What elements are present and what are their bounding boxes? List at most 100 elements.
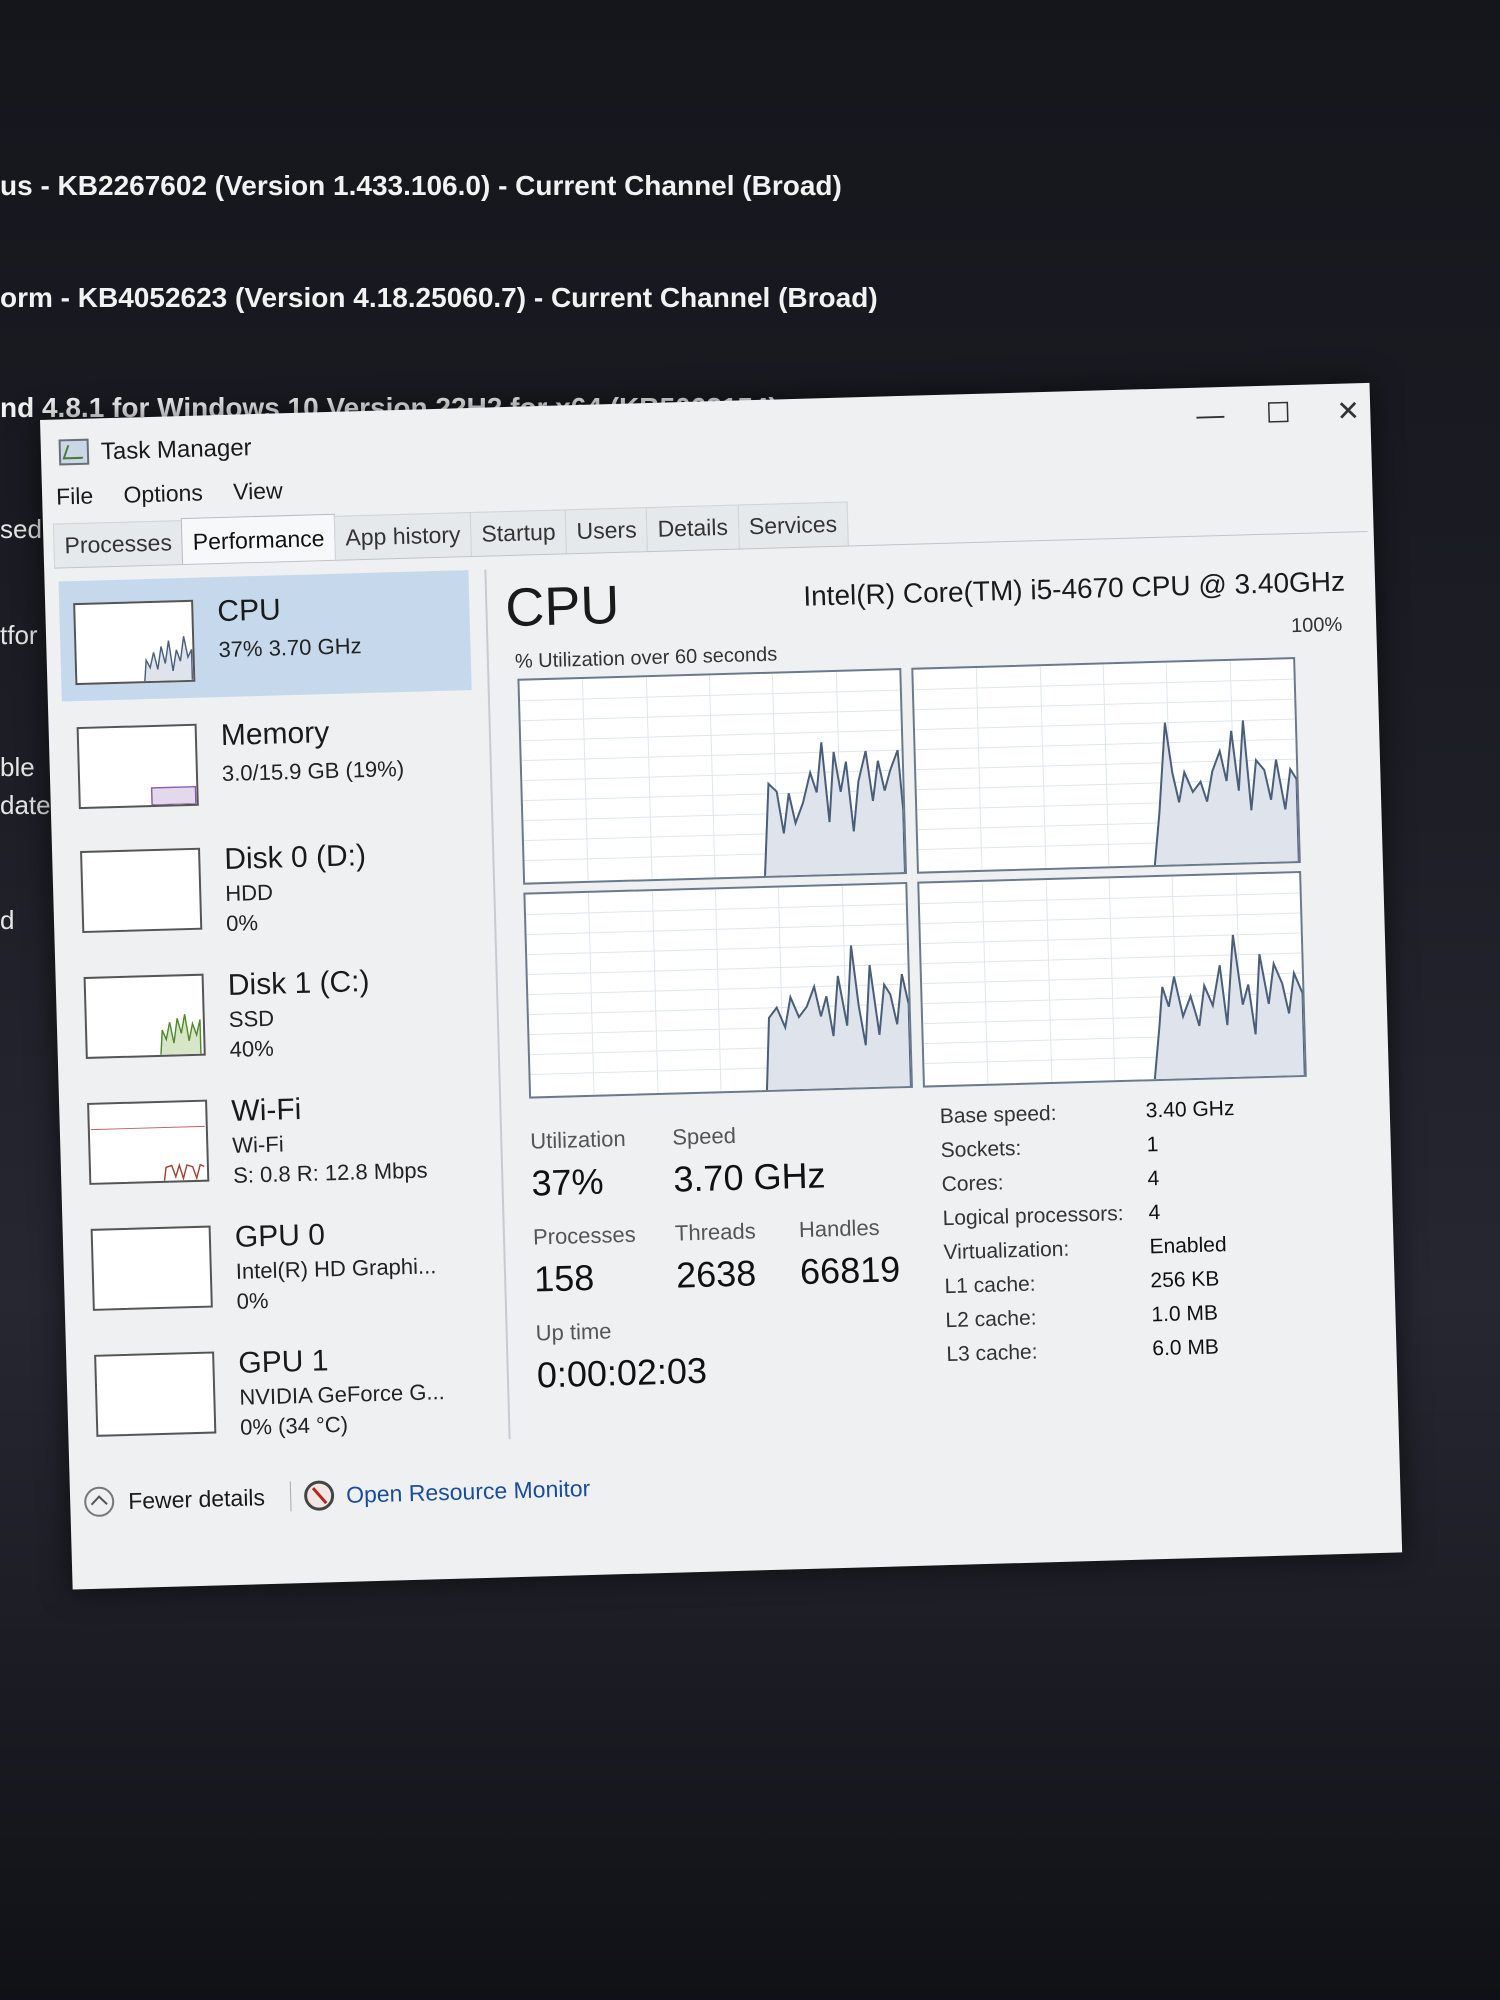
processes-label: Processes bbox=[532, 1221, 637, 1250]
spec-value: 3.40 GHz bbox=[1145, 1096, 1235, 1123]
sidebar-item-cpu[interactable]: CPU 37% 3.70 GHz bbox=[58, 570, 472, 702]
footer-divider bbox=[289, 1481, 292, 1512]
wifi-thumbnail-graph bbox=[87, 1099, 210, 1185]
bg-text-line-1: us - KB2267602 (Version 1.433.106.0) - C… bbox=[0, 170, 842, 201]
sidebar-gpu-0-title: GPU 0 bbox=[234, 1218, 326, 1254]
utilization-graph-label: % Utilization over 60 seconds bbox=[514, 643, 778, 673]
menu-view[interactable]: View bbox=[233, 477, 283, 504]
bg-fragment: tfor bbox=[0, 620, 38, 650]
tab-processes[interactable]: Processes bbox=[52, 520, 184, 568]
tab-app-history[interactable]: App history bbox=[333, 512, 473, 560]
sidebar-gpu-0-name: Intel(R) HD Graphi... bbox=[235, 1253, 437, 1284]
sidebar-cpu-detail: 37% 3.70 GHz bbox=[218, 633, 362, 663]
spec-label: L2 cache: bbox=[945, 1306, 1037, 1333]
cpu-core-3-graph bbox=[917, 870, 1307, 1088]
handles-value: 66819 bbox=[799, 1248, 901, 1293]
window-title: Task Manager bbox=[100, 434, 252, 466]
cpu-heading: CPU bbox=[504, 574, 621, 639]
spec-value: 1.0 MB bbox=[1151, 1301, 1219, 1327]
cpu-thumbnail-graph bbox=[73, 599, 196, 686]
tab-details[interactable]: Details bbox=[645, 504, 740, 552]
open-resource-monitor-link[interactable]: Open Resource Monitor bbox=[346, 1475, 591, 1509]
cpu-model: Intel(R) Core(TM) i5-4670 CPU @ 3.40GHz bbox=[802, 565, 1346, 612]
gpu-0-thumbnail-graph bbox=[90, 1225, 213, 1311]
tab-services[interactable]: Services bbox=[737, 501, 849, 549]
sidebar-wifi-name: Wi-Fi bbox=[231, 1131, 284, 1158]
sidebar-disk-1-title: Disk 1 (C:) bbox=[227, 965, 370, 1002]
spec-label: L3 cache: bbox=[946, 1340, 1038, 1367]
tab-users[interactable]: Users bbox=[564, 507, 649, 554]
spec-value: 256 KB bbox=[1150, 1267, 1220, 1293]
spec-label: L1 cache: bbox=[944, 1272, 1036, 1299]
spec-label: Sockets: bbox=[940, 1136, 1022, 1163]
sidebar-memory-title: Memory bbox=[220, 716, 330, 753]
bg-fragment: ble bbox=[0, 752, 35, 782]
cpu-core-2-graph bbox=[523, 881, 913, 1099]
sidebar-gpu-1-name: NVIDIA GeForce G... bbox=[239, 1379, 446, 1410]
cpu-core-0-graph bbox=[517, 668, 908, 885]
sidebar-item-gpu-1[interactable]: GPU 1 NVIDIA GeForce G... 0% (34 °C) bbox=[80, 1322, 493, 1453]
sidebar-cpu-title: CPU bbox=[216, 593, 282, 629]
sidebar-disk-0-usage: 0% bbox=[225, 910, 259, 936]
bg-fragment: d bbox=[0, 905, 15, 935]
menu-bar: File Options View bbox=[56, 477, 307, 520]
menu-file[interactable]: File bbox=[56, 483, 94, 510]
tab-startup[interactable]: Startup bbox=[469, 509, 568, 557]
gpu-1-thumbnail-graph bbox=[94, 1351, 217, 1437]
uptime-value: 0:00:02:03 bbox=[536, 1349, 708, 1396]
fewer-details-button[interactable]: Fewer details bbox=[128, 1484, 265, 1515]
task-manager-window: Task Manager — ☐ ✕ File Options View Pro… bbox=[40, 382, 1403, 1590]
spec-label: Cores: bbox=[941, 1171, 1004, 1197]
spec-value: Enabled bbox=[1149, 1233, 1227, 1259]
sidebar-gpu-1-title: GPU 1 bbox=[237, 1344, 329, 1380]
graph-max-label: 100% bbox=[1290, 613, 1343, 638]
spec-value: 6.0 MB bbox=[1152, 1335, 1220, 1361]
handles-label: Handles bbox=[798, 1214, 880, 1243]
maximize-button[interactable]: ☐ bbox=[1248, 393, 1309, 435]
processes-value: 158 bbox=[533, 1256, 595, 1300]
sidebar-disk-1-usage: 40% bbox=[229, 1035, 275, 1062]
utilization-label: Utilization bbox=[529, 1125, 627, 1154]
sidebar-memory-detail: 3.0/15.9 GB (19%) bbox=[221, 755, 405, 787]
sidebar-item-disk-0[interactable]: Disk 0 (D:) HDD 0% bbox=[65, 818, 478, 949]
threads-value: 2638 bbox=[675, 1252, 757, 1296]
speed-label: Speed bbox=[671, 1122, 737, 1150]
sidebar-gpu-0-usage: 0% bbox=[236, 1287, 269, 1314]
footer-bar: Fewer details Open Resource Monitor bbox=[83, 1475, 591, 1533]
spec-label: Logical processors: bbox=[942, 1202, 1124, 1231]
disk-0-thumbnail-graph bbox=[80, 847, 203, 934]
bg-text-line-2: orm - KB4052623 (Version 4.18.25060.7) -… bbox=[0, 282, 878, 313]
cpu-core-1-graph bbox=[911, 657, 1301, 874]
tab-performance[interactable]: Performance bbox=[181, 513, 337, 565]
bg-fragment: sed bbox=[0, 514, 42, 544]
spec-value: 4 bbox=[1148, 1201, 1161, 1225]
sidebar-wifi-title: Wi-Fi bbox=[230, 1092, 302, 1128]
sidebar-item-memory[interactable]: Memory 3.0/15.9 GB (19%) bbox=[62, 694, 475, 825]
spec-label: Virtualization: bbox=[943, 1237, 1070, 1265]
sidebar-disk-0-title: Disk 0 (D:) bbox=[223, 839, 367, 877]
cpu-detail-panel: CPU Intel(R) Core(TM) i5-4670 CPU @ 3.40… bbox=[504, 546, 1368, 1449]
disk-1-thumbnail-graph bbox=[83, 973, 206, 1059]
chevron-up-icon[interactable] bbox=[83, 1486, 115, 1518]
minimize-button[interactable]: — bbox=[1180, 394, 1241, 436]
memory-thumbnail-graph bbox=[76, 723, 199, 810]
sidebar-gpu-1-usage: 0% (34 °C) bbox=[239, 1411, 349, 1440]
close-button[interactable]: ✕ bbox=[1318, 391, 1379, 433]
sidebar-wifi-throughput: S: 0.8 R: 12.8 Mbps bbox=[232, 1157, 428, 1188]
sidebar-item-gpu-0[interactable]: GPU 0 Intel(R) HD Graphi... 0% bbox=[76, 1196, 489, 1327]
threads-label: Threads bbox=[674, 1218, 756, 1246]
spec-value: 1 bbox=[1146, 1133, 1159, 1157]
sidebar-disk-1-type: SSD bbox=[228, 1005, 275, 1032]
spec-value: 4 bbox=[1147, 1167, 1160, 1191]
sidebar-disk-0-type: HDD bbox=[224, 879, 274, 907]
spec-label: Base speed: bbox=[939, 1101, 1057, 1129]
sidebar-item-wifi[interactable]: Wi-Fi Wi-Fi S: 0.8 R: 12.8 Mbps bbox=[72, 1070, 485, 1201]
sidebar-item-disk-1[interactable]: Disk 1 (C:) SSD 40% bbox=[69, 944, 482, 1075]
speed-value: 3.70 GHz bbox=[672, 1154, 827, 1200]
task-manager-icon bbox=[58, 438, 90, 466]
resource-monitor-icon[interactable] bbox=[303, 1480, 335, 1512]
uptime-label: Up time bbox=[535, 1318, 612, 1346]
bg-fragment: date bbox=[0, 790, 51, 820]
menu-options[interactable]: Options bbox=[123, 479, 203, 507]
utilization-value: 37% bbox=[530, 1160, 605, 1204]
